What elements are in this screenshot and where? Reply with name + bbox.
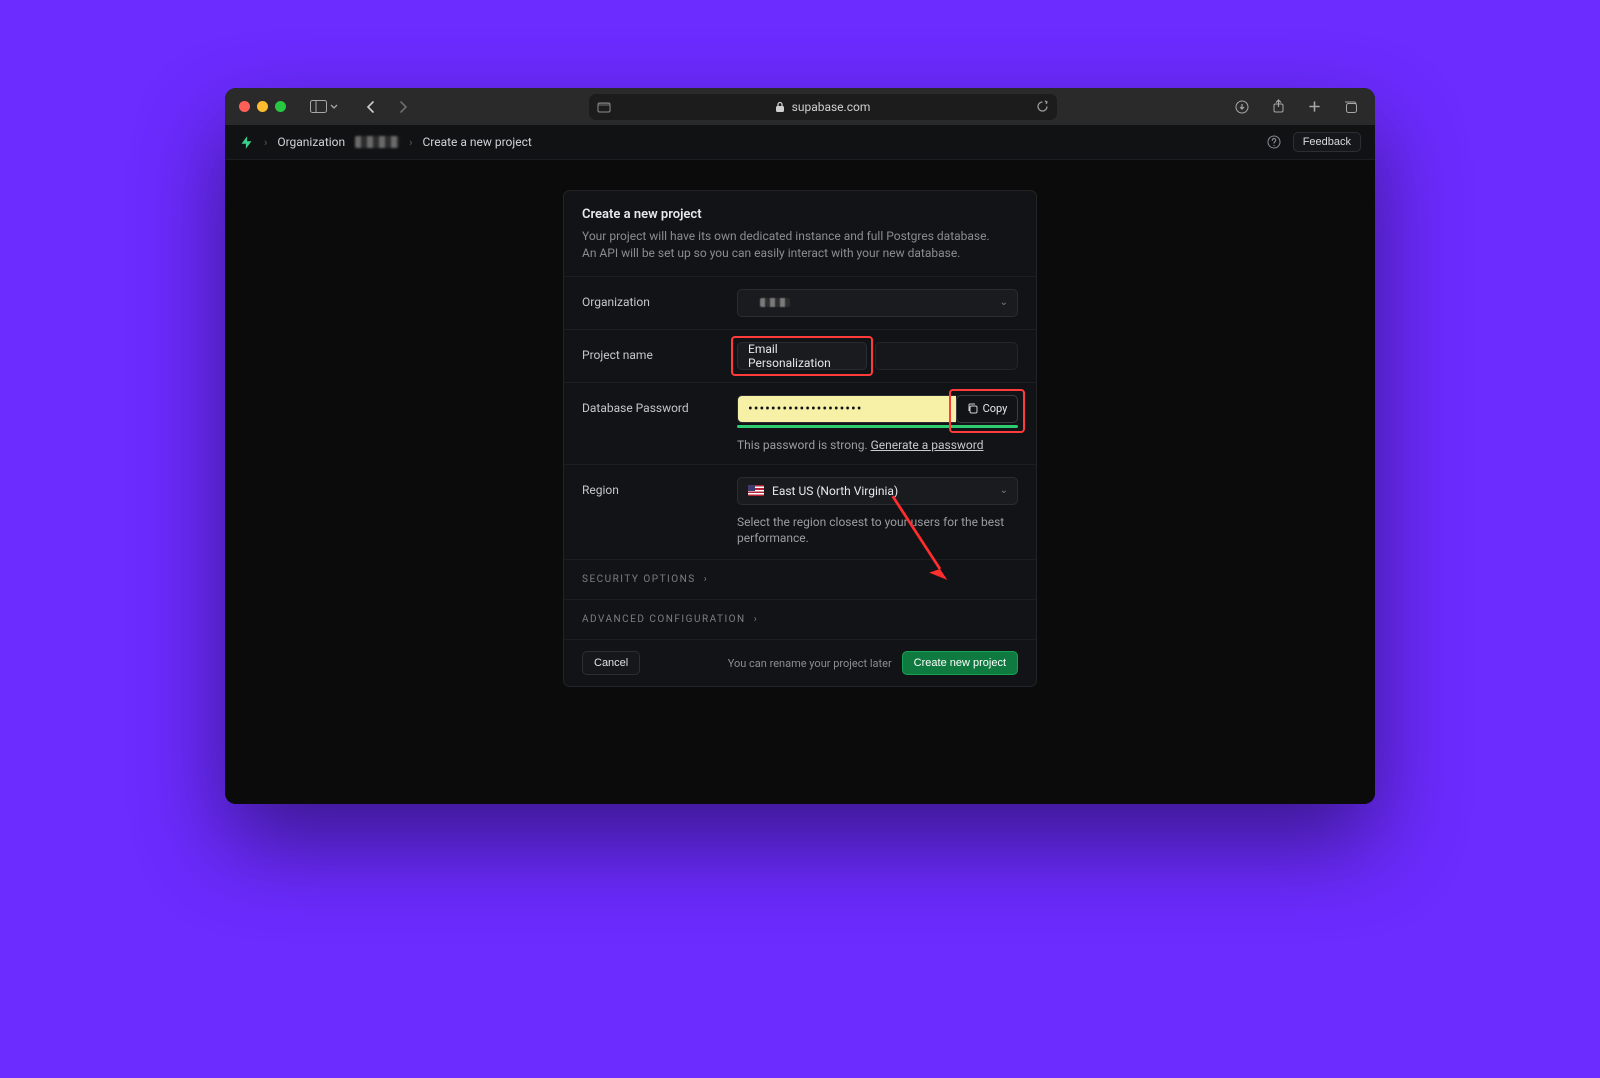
forward-button[interactable]: [394, 98, 412, 116]
chevron-down-icon: ⌄: [1000, 297, 1008, 308]
feedback-button[interactable]: Feedback: [1293, 132, 1361, 152]
chevron-down-icon: [330, 103, 338, 111]
advanced-config-toggle[interactable]: ADVANCED CONFIGURATION ›: [564, 599, 1036, 639]
region-value: East US (North Virginia): [772, 484, 898, 498]
card-footer: Cancel You can rename your project later…: [564, 639, 1036, 686]
address-bar[interactable]: supabase.com: [589, 94, 1057, 120]
create-project-button[interactable]: Create new project: [902, 651, 1018, 675]
app-body: Create a new project Your project will h…: [225, 160, 1375, 804]
close-window-icon[interactable]: [239, 101, 250, 112]
maximize-window-icon[interactable]: [275, 101, 286, 112]
lock-icon: [775, 101, 785, 113]
us-flag-icon: [748, 485, 764, 496]
region-help-text: Select the region closest to your users …: [737, 514, 1018, 548]
chevron-right-icon: ›: [264, 136, 267, 149]
copy-button-label: Copy: [983, 402, 1008, 415]
organization-value-redacted: [760, 298, 790, 307]
organization-select[interactable]: ⌄: [737, 289, 1018, 317]
supabase-logo-icon[interactable]: [239, 135, 254, 150]
copy-password-button[interactable]: Copy: [956, 395, 1018, 423]
breadcrumb-current: Create a new project: [422, 135, 531, 149]
address-bar-domain: supabase.com: [792, 100, 871, 114]
card-subtitle-1: Your project will have its own dedicated…: [582, 228, 1018, 245]
password-strength-bar: [737, 425, 1018, 428]
new-tab-icon[interactable]: [1305, 98, 1323, 116]
sidebar-toggle-button[interactable]: [310, 100, 338, 113]
card-subtitle-2: An API will be set up so you can easily …: [582, 245, 1018, 262]
database-password-label: Database Password: [582, 395, 737, 415]
app-header: › Organization › Create a new project Fe…: [225, 125, 1375, 160]
copy-icon: [967, 403, 978, 414]
site-settings-icon[interactable]: [597, 100, 611, 114]
region-select[interactable]: East US (North Virginia) ⌄: [737, 477, 1018, 505]
cancel-button[interactable]: Cancel: [582, 651, 640, 675]
chevron-down-icon: ⌄: [1000, 485, 1008, 496]
tab-overview-icon[interactable]: [1341, 98, 1359, 116]
security-options-toggle[interactable]: SECURITY OPTIONS ›: [564, 559, 1036, 599]
back-button[interactable]: [362, 98, 380, 116]
chevron-right-icon: ›: [754, 614, 759, 625]
create-project-card: Create a new project Your project will h…: [563, 190, 1037, 687]
breadcrumb-organization[interactable]: Organization: [277, 135, 345, 149]
project-name-input[interactable]: Email Personalization: [737, 342, 867, 370]
chevron-right-icon: ›: [409, 136, 412, 149]
generate-password-link[interactable]: Generate a password: [871, 438, 984, 452]
organization-label: Organization: [582, 289, 737, 309]
password-strength-text: This password is strong.: [737, 438, 868, 452]
rename-note: You can rename your project later: [728, 657, 892, 670]
project-name-label: Project name: [582, 342, 737, 362]
help-icon[interactable]: [1267, 135, 1281, 149]
breadcrumb-org-name-redacted[interactable]: [355, 136, 399, 148]
window-controls: [239, 101, 286, 112]
share-icon[interactable]: [1269, 98, 1287, 116]
project-name-value: Email Personalization: [748, 342, 856, 370]
reload-button[interactable]: [1036, 100, 1049, 113]
database-password-value: ••••••••••••••••••••: [748, 401, 862, 417]
browser-window: supabase.com: [225, 88, 1375, 804]
card-title: Create a new project: [582, 207, 1018, 222]
region-label: Region: [582, 477, 737, 497]
chevron-right-icon: ›: [704, 574, 709, 585]
database-password-input[interactable]: ••••••••••••••••••••: [737, 395, 956, 423]
downloads-icon[interactable]: [1233, 98, 1251, 116]
project-name-input-extent[interactable]: [875, 342, 1018, 370]
minimize-window-icon[interactable]: [257, 101, 268, 112]
browser-chrome: supabase.com: [225, 88, 1375, 125]
